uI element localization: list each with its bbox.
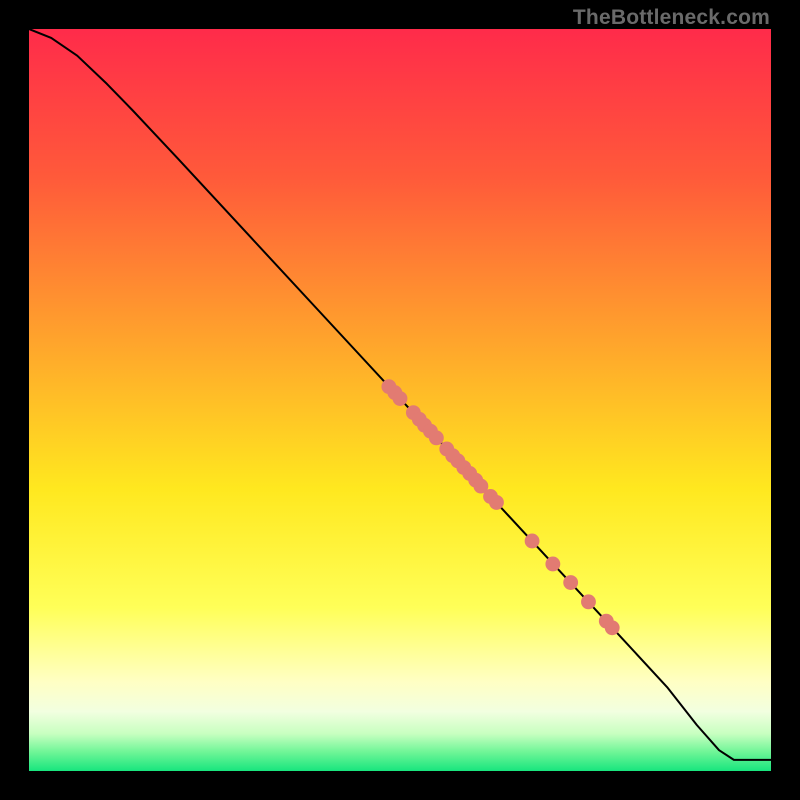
chart-canvas (29, 29, 771, 771)
data-point (429, 430, 444, 445)
data-point (581, 594, 596, 609)
data-point (525, 534, 540, 549)
watermark-text: TheBottleneck.com (573, 6, 770, 30)
data-point (545, 557, 560, 572)
data-point (393, 391, 408, 406)
data-point (605, 620, 620, 635)
data-point (489, 495, 504, 510)
chart-frame: TheBottleneck.com (0, 0, 800, 800)
data-point (563, 575, 578, 590)
plot-area (29, 29, 771, 771)
